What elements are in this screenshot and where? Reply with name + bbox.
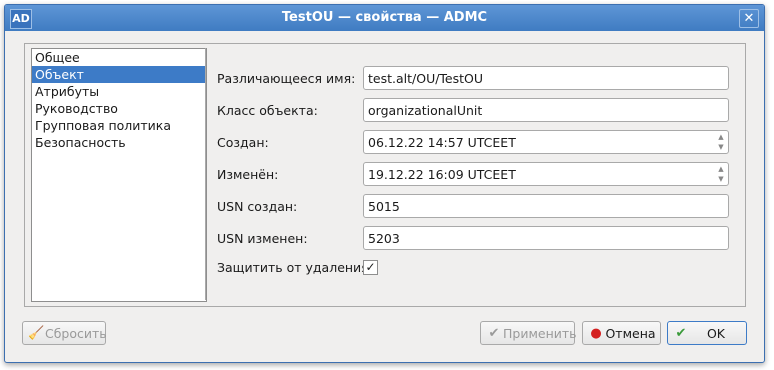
check-icon: ✔ xyxy=(488,326,500,341)
usn-created-field[interactable]: 5015 xyxy=(363,194,729,218)
tab-managed-by[interactable]: Руководство xyxy=(32,100,206,117)
dialog-body: Общее Объект Атрибуты Руководство Группо… xyxy=(5,31,764,362)
cancel-button[interactable]: ● Отмена xyxy=(582,321,661,345)
object-tab-panel: Различающееся имя: test.alt/OU/TestOU Кл… xyxy=(205,48,741,300)
usn-changed-field[interactable]: 5203 xyxy=(363,226,729,250)
ok-button[interactable]: ✔ OK xyxy=(667,321,747,345)
class-field[interactable]: organizationalUnit xyxy=(363,98,729,122)
created-spinner[interactable]: ▲ ▼ xyxy=(715,132,727,152)
stop-icon: ● xyxy=(590,326,602,341)
tab-object[interactable]: Объект xyxy=(32,66,206,83)
window-title: TestOU — свойства — ADMC xyxy=(281,10,488,25)
usn-changed-label: USN изменен: xyxy=(217,231,308,246)
tab-general[interactable]: Общее xyxy=(32,49,206,66)
spin-up-icon[interactable]: ▲ xyxy=(715,132,727,142)
title-bar[interactable]: AD TestOU — свойства — ADMC ✕ xyxy=(5,5,764,31)
usn-created-label: USN создан: xyxy=(217,199,298,214)
modified-label: Изменён: xyxy=(217,167,279,182)
protect-label: Защитить от удаления: xyxy=(217,260,373,275)
tab-attributes[interactable]: Атрибуты xyxy=(32,83,206,100)
dn-label: Различающееся имя: xyxy=(217,71,356,86)
close-icon[interactable]: ✕ xyxy=(739,9,759,28)
created-label: Создан: xyxy=(217,135,269,150)
properties-dialog: AD TestOU — свойства — ADMC ✕ Общее Объе… xyxy=(4,4,765,363)
created-value: 06.12.22 14:57 UTCEET xyxy=(368,135,516,150)
modified-datetime[interactable]: 19.12.22 16:09 UTCEET ▲ ▼ xyxy=(363,162,729,186)
tab-group-policy[interactable]: Групповая политика xyxy=(32,117,206,134)
apply-button[interactable]: ✔ Применить xyxy=(480,321,577,345)
checkmark-icon: ✓ xyxy=(365,260,376,274)
spin-down-icon[interactable]: ▼ xyxy=(715,174,727,184)
modified-value: 19.12.22 16:09 UTCEET xyxy=(368,167,516,182)
broom-icon: 🧹 xyxy=(28,326,45,341)
modified-spinner[interactable]: ▲ ▼ xyxy=(715,164,727,184)
spin-down-icon[interactable]: ▼ xyxy=(715,142,727,152)
protect-checkbox[interactable]: ✓ xyxy=(363,260,378,275)
dn-field[interactable]: test.alt/OU/TestOU xyxy=(363,66,729,90)
ok-check-icon: ✔ xyxy=(675,326,687,341)
class-label: Класс объекта: xyxy=(217,103,318,118)
created-datetime[interactable]: 06.12.22 14:57 UTCEET ▲ ▼ xyxy=(363,130,729,154)
reset-button[interactable]: 🧹 Сбросить xyxy=(22,321,107,345)
tab-security[interactable]: Безопасность xyxy=(32,134,206,151)
tab-list: Общее Объект Атрибуты Руководство Группо… xyxy=(31,48,207,302)
spin-up-icon[interactable]: ▲ xyxy=(715,164,727,174)
